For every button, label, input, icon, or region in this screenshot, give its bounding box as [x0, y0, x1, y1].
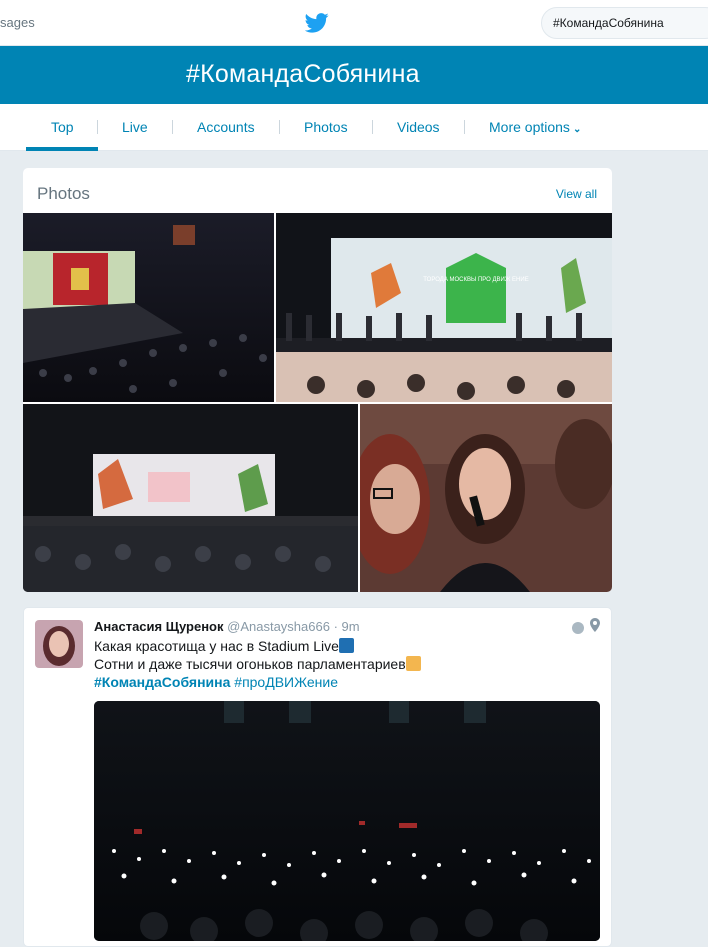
search-input[interactable] [541, 7, 708, 39]
tweet-text-line-2: Сотни и даже тысячи огоньков парламентар… [94, 656, 421, 672]
globe-icon [572, 622, 584, 634]
tweet-text-line-1: Какая красотища у нас в Stadium Live [94, 638, 354, 654]
raising-hand-emoji [405, 656, 421, 671]
sparkle-emoji [338, 638, 354, 653]
tweet-author-name[interactable]: Анастасия Щуренок [94, 619, 224, 634]
tweet-header: Анастасия Щуренок @Anastaysha666 · 9m [94, 619, 360, 634]
tweet-timestamp[interactable]: 9m [342, 619, 360, 634]
twitter-bird-icon[interactable] [305, 12, 329, 34]
hashtag-link[interactable]: #проДВИЖение [234, 674, 338, 690]
view-all-link[interactable]: View all [556, 187, 597, 201]
chevron-down-icon: ⌄ [572, 124, 582, 135]
photo-thumbnail-2[interactable]: ТОРОДА МОСКВЫ ПРО ДВИЖ ЕНИЕ [276, 213, 612, 402]
photo-thumbnail-3[interactable] [23, 404, 358, 592]
tab-videos[interactable]: Videos [397, 119, 440, 135]
tweet-media-photo[interactable] [94, 701, 600, 941]
avatar[interactable] [35, 620, 83, 668]
tweet-text: Сотни и даже тысячи огоньков парламентар… [94, 656, 406, 672]
tab-divider [97, 120, 98, 134]
hashtag-link[interactable]: #КомандаСобянина [94, 674, 230, 690]
photos-heading: Photos [37, 184, 90, 203]
tab-divider [279, 120, 280, 134]
tweet-card[interactable]: Анастасия Щуренок @Anastaysha666 · 9m Ка… [23, 607, 612, 947]
tweet-text: Какая красотища у нас в Stadium Live [94, 638, 339, 654]
tab-top[interactable]: Top [51, 119, 74, 135]
tweet-author-handle[interactable]: @Anastaysha666 [227, 619, 330, 634]
nav-messages-link[interactable]: sages [0, 15, 35, 30]
photos-section: Photos View all ТОРОДА МОСКВЫ ПРО ДВИЖ Е… [23, 168, 612, 592]
tab-live[interactable]: Live [122, 119, 148, 135]
active-tab-indicator [26, 147, 98, 151]
page-title: #КомандаСобянина [186, 60, 420, 88]
search-tabs: Top Live Accounts Photos Videos More opt… [0, 104, 708, 151]
tweet-separator: · [333, 619, 338, 634]
top-navigation: sages [0, 0, 708, 46]
photo-thumbnail-4[interactable] [360, 404, 612, 592]
tab-divider [372, 120, 373, 134]
hashtag-banner: #КомандаСобянина [0, 46, 708, 104]
tab-photos[interactable]: Photos [304, 119, 348, 135]
tab-accounts[interactable]: Accounts [197, 119, 255, 135]
tab-divider [172, 120, 173, 134]
tweet-hashtags: #КомандаСобянина #проДВИЖение [94, 674, 338, 690]
more-options-label: More options [489, 119, 570, 135]
location-pin-icon[interactable] [590, 618, 600, 632]
tab-divider [464, 120, 465, 134]
tab-more-options[interactable]: More options ⌄ [489, 119, 581, 135]
photo-thumbnail-1[interactable] [23, 213, 274, 402]
stage-sign-text: ТОРОДА МОСКВЫ ПРО ДВИЖ ЕНИЕ [423, 277, 528, 283]
